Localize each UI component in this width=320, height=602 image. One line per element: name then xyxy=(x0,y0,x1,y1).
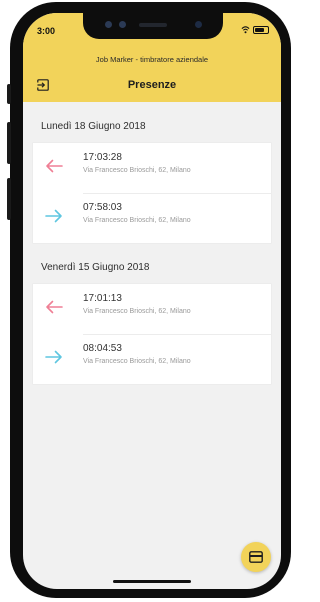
app-screen: 3:00 Job Marker - timbratore aziendale P… xyxy=(23,13,281,589)
attendance-card: 17:01:13 Via Francesco Brioschi, 62, Mil… xyxy=(33,284,271,384)
wifi-icon xyxy=(241,26,250,34)
card-icon xyxy=(249,551,263,563)
entry-time: 08:04:53 xyxy=(83,343,122,354)
entry-time: 07:58:03 xyxy=(83,202,122,213)
front-camera-icon xyxy=(195,21,202,28)
speaker-icon xyxy=(139,23,167,27)
entry-address: Via Francesco Brioschi, 62, Milano xyxy=(83,308,191,315)
phone: 3:00 Job Marker - timbratore aziendale P… xyxy=(0,0,297,602)
app-name: Job Marker - timbratore aziendale xyxy=(95,55,209,64)
list-item[interactable]: 17:03:28 Via Francesco Brioschi, 62, Mil… xyxy=(33,143,271,193)
entry-address: Via Francesco Brioschi, 62, Milano xyxy=(83,358,191,365)
section-date: Venerdì 15 Giugno 2018 xyxy=(41,262,150,273)
camera-icon xyxy=(119,21,126,28)
clock-in-button[interactable] xyxy=(241,542,271,572)
section-date: Lunedì 18 Giugno 2018 xyxy=(41,121,146,132)
mute-switch xyxy=(7,84,11,104)
home-indicator[interactable] xyxy=(113,580,191,583)
entry-address: Via Francesco Brioschi, 62, Milano xyxy=(83,217,191,224)
volume-down-button xyxy=(7,178,11,220)
list-item[interactable]: 17:01:13 Via Francesco Brioschi, 62, Mil… xyxy=(33,284,271,334)
page-title: Presenze xyxy=(127,79,177,91)
entry-address: Via Francesco Brioschi, 62, Milano xyxy=(83,167,191,174)
list-item[interactable]: 08:04:53 Via Francesco Brioschi, 62, Mil… xyxy=(33,334,271,384)
status-icons xyxy=(241,25,269,34)
entry-time: 17:01:13 xyxy=(83,293,122,304)
arrow-left-icon xyxy=(46,159,63,173)
app-header: 3:00 Job Marker - timbratore aziendale P… xyxy=(23,13,281,102)
battery-icon xyxy=(253,25,269,34)
arrow-left-icon xyxy=(46,300,63,314)
entry-time: 17:03:28 xyxy=(83,152,122,163)
attendance-card: 17:03:28 Via Francesco Brioschi, 62, Mil… xyxy=(33,143,271,243)
notch xyxy=(83,13,223,39)
volume-up-button xyxy=(7,122,11,164)
arrow-right-icon xyxy=(45,209,62,223)
list-item[interactable]: 07:58:03 Via Francesco Brioschi, 62, Mil… xyxy=(33,193,271,243)
sensor-icon xyxy=(105,21,112,28)
arrow-right-icon xyxy=(45,350,62,364)
status-time: 3:00 xyxy=(37,26,56,36)
